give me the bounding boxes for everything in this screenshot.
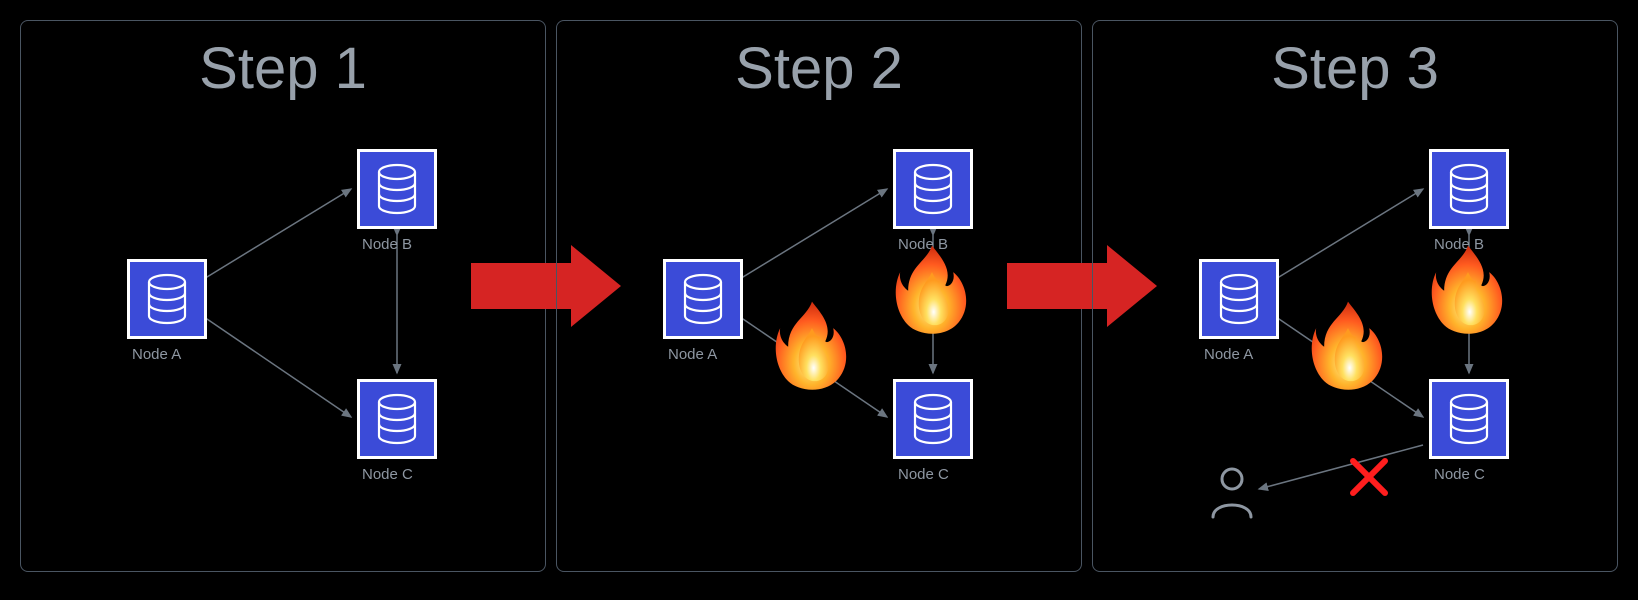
- step-1-arrows: [21, 21, 547, 573]
- step2-node-b: Node B: [893, 149, 973, 229]
- step-2-panel: Step 2 Node A: [556, 20, 1082, 572]
- step3-node-a: Node A: [1199, 259, 1279, 339]
- step1-node-c: Node C: [357, 379, 437, 459]
- step2-node-a: Node A: [663, 259, 743, 339]
- database-icon: [910, 393, 956, 445]
- database-icon: [1216, 273, 1262, 325]
- node-b-label: Node B: [360, 236, 436, 253]
- database-icon: [910, 163, 956, 215]
- database-icon: [374, 393, 420, 445]
- step-1-panel: Step 1 Node A: [20, 20, 546, 572]
- step1-node-a: Node A: [127, 259, 207, 339]
- node-c-label: Node C: [360, 466, 436, 483]
- database-icon: [680, 273, 726, 325]
- database-icon: [1446, 163, 1492, 215]
- user-icon: [1207, 465, 1257, 521]
- step2-node-c: Node C: [893, 379, 973, 459]
- step-3-panel: Step 3 Node A: [1092, 20, 1618, 572]
- fire-icon: [889, 243, 975, 349]
- node-a-label: Node A: [1202, 346, 1278, 363]
- step3-node-c: Node C: [1429, 379, 1509, 459]
- node-a-label: Node A: [130, 346, 206, 363]
- diagram-stage: Step 1 Node A: [0, 0, 1638, 600]
- node-c-label: Node C: [1432, 466, 1508, 483]
- fire-icon: [1305, 299, 1391, 405]
- step3-node-b: Node B: [1429, 149, 1509, 229]
- database-icon: [374, 163, 420, 215]
- fire-icon: [769, 299, 855, 405]
- database-icon: [1446, 393, 1492, 445]
- fire-icon: [1425, 243, 1511, 349]
- node-c-label: Node C: [896, 466, 972, 483]
- database-icon: [144, 273, 190, 325]
- step1-node-b: Node B: [357, 149, 437, 229]
- x-icon: [1349, 457, 1389, 497]
- step-2-arrows: [557, 21, 1083, 573]
- node-a-label: Node A: [666, 346, 742, 363]
